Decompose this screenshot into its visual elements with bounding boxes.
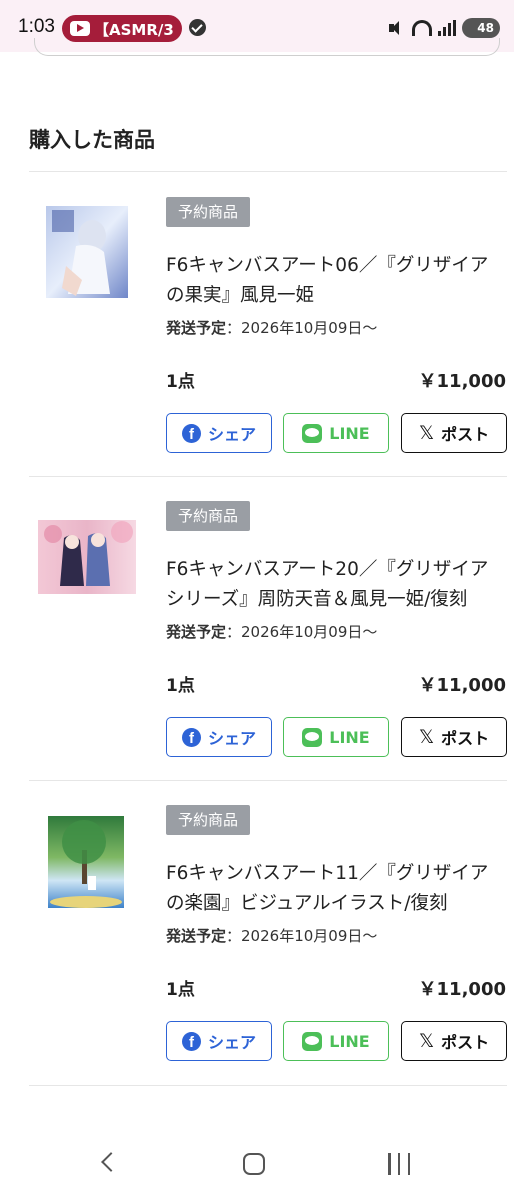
x-logo-icon: 𝕏	[418, 422, 435, 444]
system-icons: 48	[388, 18, 500, 38]
product-title[interactable]: F6キャンバスアート11／『グリザイアの楽園』ビジュアルイラスト/復刻	[166, 859, 506, 919]
shipping-label: 発送予定	[166, 623, 227, 641]
mute-icon	[388, 19, 406, 37]
divider	[29, 1085, 507, 1086]
wifi-icon	[412, 20, 432, 36]
preorder-badge: 予約商品	[166, 805, 251, 835]
facebook-icon: f	[181, 727, 201, 747]
line-share-button[interactable]: LINE	[283, 413, 389, 453]
shipping-label: 発送予定	[166, 927, 227, 945]
quantity: 1点	[166, 372, 195, 392]
signal-icon	[438, 20, 456, 36]
facebook-share-label: シェア	[207, 425, 256, 444]
x-post-label: ポスト	[441, 425, 490, 444]
home-icon[interactable]	[243, 1153, 265, 1175]
preorder-badge: 予約商品	[166, 197, 251, 227]
price: ￥11,000	[418, 979, 506, 1000]
shipping-value: ：2026年10月09日〜	[226, 623, 378, 641]
facebook-share-label: シェア	[207, 729, 256, 748]
line-icon	[302, 423, 323, 443]
shipping-date: 発送予定：2026年10月09日〜	[166, 621, 377, 642]
price: ￥11,000	[418, 371, 506, 392]
back-icon[interactable]	[101, 1152, 121, 1172]
purchased-item: 予約商品 F6キャンバスアート11／『グリザイアの楽園』ビジュアルイラスト/復刻…	[0, 780, 514, 1080]
line-icon	[302, 727, 323, 747]
artwork-thumbnail-icon[interactable]	[30, 816, 142, 908]
line-share-label: LINE	[329, 423, 370, 443]
purchased-item: 予約商品 F6キャンバスアート06／『グリザイアの果実』風見一姫 発送予定：20…	[0, 172, 514, 472]
x-logo-icon: 𝕏	[418, 1030, 435, 1052]
artwork-thumbnail-icon[interactable]	[30, 206, 142, 298]
facebook-icon: f	[181, 1031, 201, 1051]
shipping-date: 発送予定：2026年10月09日〜	[166, 925, 377, 946]
x-post-label: ポスト	[441, 729, 490, 748]
facebook-share-button[interactable]: f シェア	[166, 717, 272, 757]
battery-icon: 48	[462, 18, 500, 38]
shipping-label: 発送予定	[166, 319, 227, 337]
preorder-badge: 予約商品	[166, 501, 251, 531]
shipping-value: ：2026年10月09日〜	[226, 319, 378, 337]
check-circle-icon	[189, 19, 206, 36]
purchased-item: 予約商品 F6キャンバスアート20／『グリザイアシリーズ』周防天音＆風見一姫/復…	[0, 476, 514, 776]
quantity: 1点	[166, 980, 195, 1000]
shipping-value: ：2026年10月09日〜	[226, 927, 378, 945]
shipping-date: 発送予定：2026年10月09日〜	[166, 317, 377, 338]
x-post-button[interactable]: 𝕏 ポスト	[401, 717, 507, 757]
x-logo-icon: 𝕏	[418, 726, 435, 748]
facebook-share-button[interactable]: f シェア	[166, 1021, 272, 1061]
facebook-icon: f	[181, 423, 201, 443]
line-share-button[interactable]: LINE	[283, 1021, 389, 1061]
artwork-thumbnail-icon[interactable]	[30, 520, 142, 594]
facebook-share-button[interactable]: f シェア	[166, 413, 272, 453]
media-notification-text: 【ASMR/3	[94, 21, 174, 39]
youtube-icon	[70, 21, 90, 36]
system-navigation-bar	[0, 1135, 514, 1199]
line-share-label: LINE	[329, 1031, 370, 1051]
section-title: 購入した商品	[29, 128, 155, 152]
x-post-button[interactable]: 𝕏 ポスト	[401, 1021, 507, 1061]
line-share-label: LINE	[329, 727, 370, 747]
x-post-label: ポスト	[441, 1033, 490, 1052]
line-share-button[interactable]: LINE	[283, 717, 389, 757]
recent-apps-icon[interactable]	[388, 1153, 410, 1175]
quantity: 1点	[166, 676, 195, 696]
product-title[interactable]: F6キャンバスアート06／『グリザイアの果実』風見一姫	[166, 251, 506, 311]
facebook-share-label: シェア	[207, 1033, 256, 1052]
status-time: 1:03	[18, 16, 55, 37]
price: ￥11,000	[418, 675, 506, 696]
previous-card-edge	[34, 38, 500, 56]
product-title[interactable]: F6キャンバスアート20／『グリザイアシリーズ』周防天音＆風見一姫/復刻	[166, 555, 506, 615]
x-post-button[interactable]: 𝕏 ポスト	[401, 413, 507, 453]
line-icon	[302, 1031, 323, 1051]
